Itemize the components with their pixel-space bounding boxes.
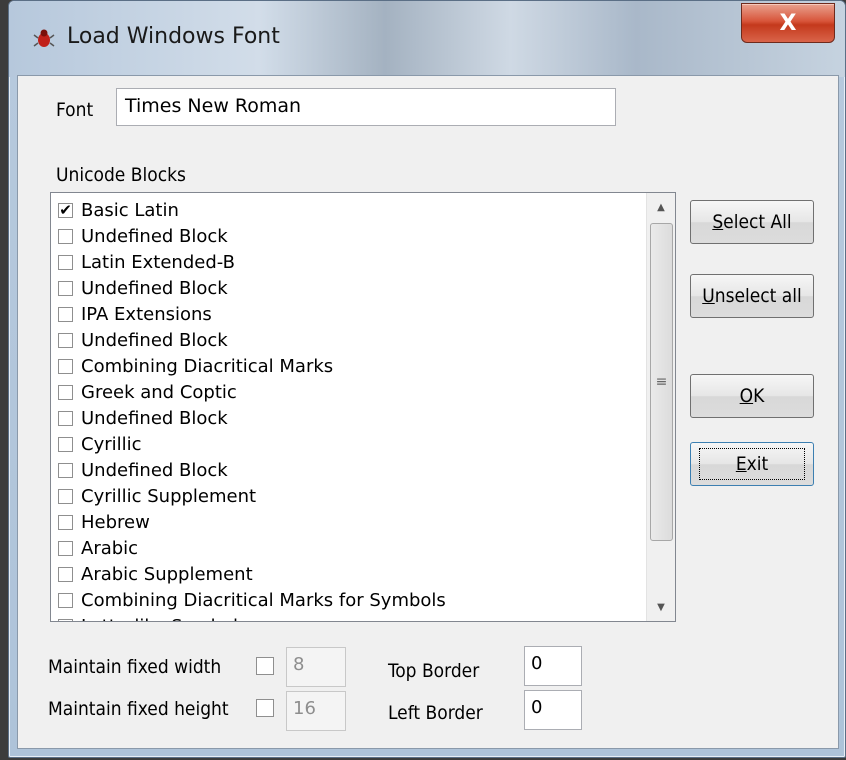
close-button[interactable]: X bbox=[741, 3, 835, 43]
list-item-label: Letterlike Symbols bbox=[81, 616, 247, 622]
list-item-label: Undefined Block bbox=[81, 407, 228, 429]
list-item-checkbox[interactable] bbox=[58, 280, 73, 296]
fixed-width-input[interactable]: 8 bbox=[286, 647, 346, 687]
list-item-checkbox[interactable] bbox=[58, 540, 73, 556]
unicode-blocks-list[interactable]: ✔ Basic Latin Undefined Block Latin Extende… bbox=[50, 192, 676, 622]
list-item[interactable]: Undefined Block bbox=[51, 275, 645, 301]
list-item-checkbox[interactable] bbox=[58, 254, 73, 270]
list-item-checkbox[interactable] bbox=[58, 618, 73, 621]
list-item[interactable]: Undefined Block bbox=[51, 405, 645, 431]
bug-icon bbox=[33, 29, 55, 47]
fixed-width-label: Maintain fixed width bbox=[48, 656, 222, 678]
list-item-checkbox[interactable] bbox=[58, 566, 73, 582]
list-item-label: Arabic Supplement bbox=[81, 563, 253, 585]
list-item-checkbox[interactable] bbox=[58, 436, 73, 452]
list-item-checkbox[interactable] bbox=[58, 514, 73, 530]
fixed-height-label: Maintain fixed height bbox=[48, 698, 229, 720]
fixed-height-input[interactable]: 16 bbox=[286, 691, 346, 731]
ok-accel: O bbox=[739, 385, 754, 407]
list-item-label: Hebrew bbox=[81, 511, 150, 533]
list-item[interactable]: Undefined Block bbox=[51, 457, 645, 483]
scroll-down-icon[interactable]: ▼ bbox=[647, 593, 675, 621]
window-title: Load Windows Font bbox=[67, 24, 280, 49]
list-item[interactable]: Combining Diacritical Marks bbox=[51, 353, 645, 379]
list-item-label: Undefined Block bbox=[81, 225, 228, 247]
top-border-label: Top Border bbox=[388, 660, 480, 682]
list-item[interactable]: Letterlike Symbols bbox=[51, 613, 645, 622]
list-item[interactable]: Cyrillic bbox=[51, 431, 645, 457]
list-item[interactable]: IPA Extensions bbox=[51, 301, 645, 327]
exit-label: xit bbox=[746, 453, 769, 475]
list-item-checkbox[interactable] bbox=[58, 410, 73, 426]
font-input[interactable]: Times New Roman bbox=[116, 88, 616, 126]
vertical-scrollbar[interactable]: ▲ ≡ ▼ bbox=[646, 193, 675, 621]
scroll-thumb[interactable]: ≡ bbox=[650, 223, 673, 541]
unicode-blocks-label: Unicode Blocks bbox=[56, 164, 186, 186]
unselect-all-label: nselect all bbox=[714, 285, 802, 307]
list-item[interactable]: ✔ Basic Latin bbox=[51, 197, 645, 223]
list-item-checkbox[interactable] bbox=[58, 488, 73, 504]
unicode-blocks-items: ✔ Basic Latin Undefined Block Latin Extende… bbox=[51, 197, 645, 622]
list-item[interactable]: Arabic Supplement bbox=[51, 561, 645, 587]
list-item-checkbox[interactable] bbox=[58, 332, 73, 348]
scroll-up-icon[interactable]: ▲ bbox=[647, 193, 675, 221]
list-item-checkbox[interactable] bbox=[58, 228, 73, 244]
list-item-checkbox[interactable] bbox=[58, 358, 73, 374]
list-item[interactable]: Cyrillic Supplement bbox=[51, 483, 645, 509]
grip-icon: ≡ bbox=[655, 374, 668, 390]
list-item-label: Combining Diacritical Marks bbox=[81, 355, 334, 377]
list-item-label: Undefined Block bbox=[81, 329, 228, 351]
list-item-label: Cyrillic Supplement bbox=[81, 485, 257, 507]
list-item-label: Arabic bbox=[81, 537, 139, 559]
select-all-label: elect All bbox=[723, 211, 792, 233]
list-item-checkbox[interactable] bbox=[58, 462, 73, 478]
load-font-dialog: Load Windows Font X Font Times New Roman… bbox=[8, 0, 846, 758]
left-border-label: Left Border bbox=[388, 702, 483, 724]
left-border-input[interactable]: 0 bbox=[524, 690, 582, 730]
list-item[interactable]: Latin Extended-B bbox=[51, 249, 645, 275]
list-item-label: Undefined Block bbox=[81, 277, 228, 299]
list-item-label: Basic Latin bbox=[81, 199, 179, 221]
dialog-client-area: Font Times New Roman Unicode Blocks ✔ Bas… bbox=[17, 75, 839, 749]
list-item-checkbox[interactable] bbox=[58, 384, 73, 400]
list-item-label: Cyrillic bbox=[81, 433, 142, 455]
close-icon: X bbox=[779, 10, 797, 36]
unselect-all-accel: U bbox=[702, 285, 715, 307]
unselect-all-button[interactable]: Unselect all bbox=[690, 274, 814, 318]
list-item-label: Latin Extended-B bbox=[81, 251, 235, 273]
list-item[interactable]: Greek and Coptic bbox=[51, 379, 645, 405]
select-all-button[interactable]: Select All bbox=[690, 200, 814, 244]
list-item-label: Greek and Coptic bbox=[81, 381, 237, 403]
list-item-checkbox[interactable] bbox=[58, 592, 73, 608]
list-item-label: Undefined Block bbox=[81, 459, 228, 481]
select-all-accel: S bbox=[712, 211, 724, 233]
ok-button[interactable]: OK bbox=[690, 374, 814, 418]
list-item[interactable]: Combining Diacritical Marks for Symbols bbox=[51, 587, 645, 613]
list-item-checkbox[interactable] bbox=[58, 306, 73, 322]
list-item[interactable]: Arabic bbox=[51, 535, 645, 561]
list-item-label: IPA Extensions bbox=[81, 303, 212, 325]
title-bar[interactable]: Load Windows Font X bbox=[9, 1, 845, 77]
fixed-height-checkbox[interactable] bbox=[256, 699, 274, 717]
list-item[interactable]: Undefined Block bbox=[51, 223, 645, 249]
list-item-checkbox[interactable]: ✔ bbox=[58, 202, 73, 218]
font-label: Font bbox=[56, 99, 94, 121]
ok-label: K bbox=[753, 385, 765, 407]
exit-accel: E bbox=[735, 453, 747, 475]
fixed-width-checkbox[interactable] bbox=[256, 657, 274, 675]
list-item[interactable]: Hebrew bbox=[51, 509, 645, 535]
list-item[interactable]: Undefined Block bbox=[51, 327, 645, 353]
list-item-label: Combining Diacritical Marks for Symbols bbox=[81, 589, 446, 611]
exit-button[interactable]: Exit bbox=[690, 442, 814, 486]
top-border-input[interactable]: 0 bbox=[524, 646, 582, 686]
